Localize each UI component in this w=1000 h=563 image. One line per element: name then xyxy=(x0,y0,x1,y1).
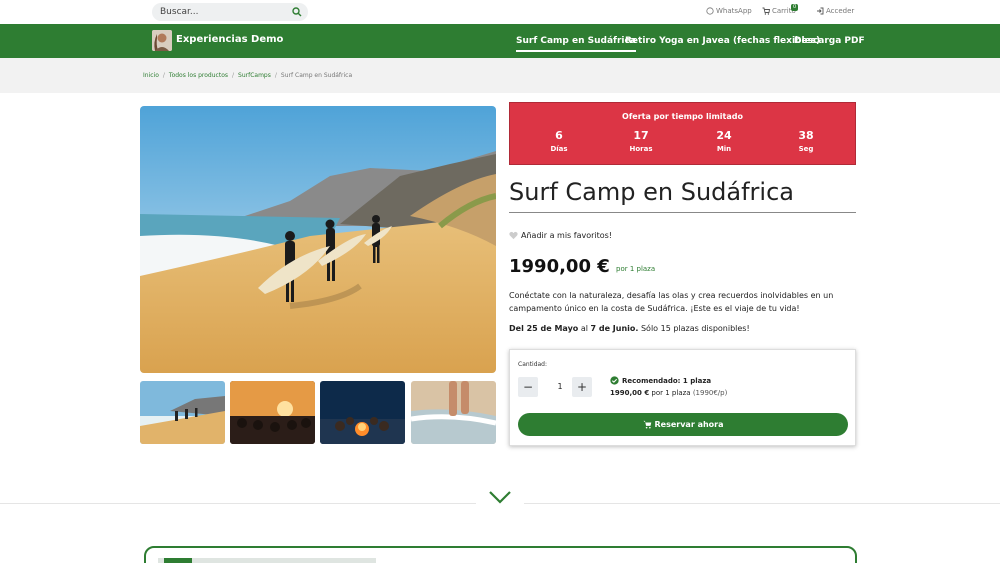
countdown-label: Horas xyxy=(629,145,653,153)
whatsapp-label: WhatsApp xyxy=(716,7,752,15)
thumbnail-campfire[interactable] xyxy=(320,381,405,444)
breadcrumb-category[interactable]: SurfCamps xyxy=(238,72,271,79)
breadcrumb-separator: / xyxy=(232,72,235,79)
recommended-option: Recomendado: 1 plaza xyxy=(610,376,711,385)
favorites-label: Añadir a mis favoritos! xyxy=(521,231,613,240)
quantity-increase-button[interactable]: + xyxy=(572,377,592,397)
quantity-input[interactable]: 1 xyxy=(548,377,572,397)
title-divider xyxy=(509,212,856,213)
heart-icon xyxy=(509,231,518,240)
price-unit: por 1 plaza xyxy=(616,265,656,273)
breadcrumb-current: Surf Camp en Sudáfrica xyxy=(280,72,353,79)
breadcrumb-separator: / xyxy=(162,72,165,79)
breadcrumb-separator: / xyxy=(274,72,277,79)
breadcrumb: Inicio / Todos los productos / SurfCamps… xyxy=(143,72,352,79)
add-to-favorites[interactable]: Añadir a mis favoritos! xyxy=(509,231,612,240)
countdown-seconds: 38 Seg xyxy=(776,129,836,153)
breadcrumb-home[interactable]: Inicio xyxy=(143,72,159,79)
countdown-title: Oferta por tiempo limitado xyxy=(622,112,743,121)
product-dates: Del 25 de Mayo al 7 de Junio. Sólo 15 pl… xyxy=(509,324,856,333)
countdown-label: Seg xyxy=(798,145,814,153)
countdown-value: 6 xyxy=(555,129,563,142)
brand-name[interactable]: Experiencias Demo xyxy=(176,34,283,45)
reserve-button[interactable]: Reservar ahora xyxy=(518,413,848,436)
quantity-label: Cantidad: xyxy=(518,361,548,368)
reserve-label: Reservar ahora xyxy=(654,420,724,429)
cart-icon xyxy=(642,420,651,429)
countdown-value: 17 xyxy=(633,129,649,142)
search-input[interactable] xyxy=(160,5,286,19)
recommended-price: 1990,00 € por 1 plaza (1990€/p) xyxy=(610,389,727,397)
countdown-label: Min xyxy=(716,145,732,153)
whatsapp-link[interactable]: WhatsApp xyxy=(706,7,752,15)
nav-surf-camp[interactable]: Surf Camp en Sudáfrica xyxy=(516,36,636,52)
rec-price-value: 1990,00 € xyxy=(610,389,650,397)
cart-count-badge: 0 xyxy=(791,4,799,11)
date-connector: al xyxy=(578,324,591,333)
info-card xyxy=(144,546,857,563)
rec-price-unit: (1990€/p) xyxy=(692,389,728,397)
login-link[interactable]: Acceder xyxy=(816,7,854,15)
date-start: Del 25 de Mayo xyxy=(509,324,579,333)
thumbnail-beach[interactable] xyxy=(140,381,225,444)
search-box xyxy=(152,3,308,21)
booking-box: Cantidad: − 1 + Recomendado: 1 plaza 199… xyxy=(509,349,856,446)
login-label: Acceder xyxy=(826,7,855,15)
search-icon[interactable] xyxy=(292,7,302,17)
brand-logo[interactable] xyxy=(152,30,172,51)
cart-link[interactable]: Carrito 0 xyxy=(762,4,799,15)
main-header: Experiencias Demo Surf Camp en Sudáfrica… xyxy=(0,24,1000,58)
product-price: 1990,00 € xyxy=(509,256,610,277)
countdown-minutes: 24 Min xyxy=(694,129,754,153)
countdown-value: 38 xyxy=(798,129,814,142)
breadcrumb-band: Inicio / Todos los productos / SurfCamps… xyxy=(0,58,1000,93)
cart-icon xyxy=(762,7,770,15)
recommended-label: Recomendado: 1 plaza xyxy=(622,376,712,385)
whatsapp-icon xyxy=(706,7,714,15)
countdown-banner: Oferta por tiempo limitado 6 Días 17 Hor… xyxy=(509,102,856,165)
breadcrumb-all-products[interactable]: Todos los productos xyxy=(169,72,228,79)
rec-price-per: por 1 plaza xyxy=(649,389,693,397)
date-end: 7 de Junio. xyxy=(590,324,639,333)
countdown-value: 24 xyxy=(716,129,732,142)
login-icon xyxy=(817,7,824,15)
countdown-label: Días xyxy=(550,145,568,153)
scroll-down-button[interactable] xyxy=(476,487,524,509)
top-bar: WhatsApp Carrito 0 Acceder xyxy=(0,0,1000,24)
thumbnail-sunset[interactable] xyxy=(230,381,315,444)
product-description: Conéctate con la naturaleza, desafía las… xyxy=(509,291,834,313)
quantity-decrease-button[interactable]: − xyxy=(518,377,538,397)
nav-descarga-pdf[interactable]: Descarga PDF xyxy=(794,36,865,46)
product-title: Surf Camp en Sudáfrica xyxy=(509,178,794,206)
nav-retiro-yoga[interactable]: Retiro Yoga en Javea (fechas flexibles) xyxy=(625,36,820,46)
chevron-down-icon xyxy=(489,491,511,504)
info-card-image xyxy=(158,558,376,563)
availability-text: Sólo 15 plazas disponibles! xyxy=(638,324,750,333)
check-circle-icon xyxy=(610,376,619,385)
countdown-days: 6 Días xyxy=(529,129,589,153)
thumbnail-feet-wave[interactable] xyxy=(411,381,496,444)
product-main-image[interactable] xyxy=(140,106,496,373)
countdown-hours: 17 Horas xyxy=(611,129,671,153)
